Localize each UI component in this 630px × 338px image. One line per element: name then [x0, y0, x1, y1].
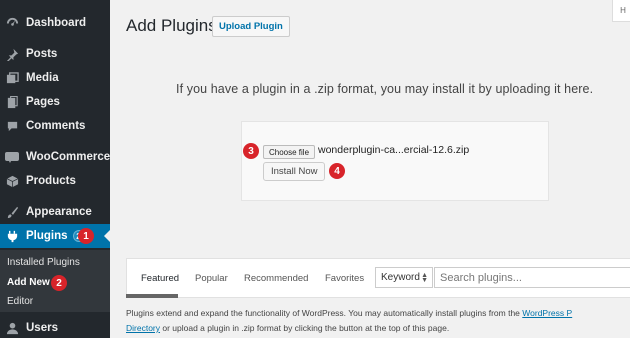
woocommerce-icon	[5, 150, 19, 164]
choose-file-button[interactable]: Choose file	[263, 145, 316, 159]
pushpin-icon	[5, 47, 19, 61]
sidebar-item-dashboard[interactable]: Dashboard	[0, 11, 110, 35]
dashboard-icon	[5, 16, 19, 30]
media-icon	[5, 71, 19, 85]
active-menu-arrow	[104, 230, 110, 242]
sidebar-item-label: Dashboard	[26, 17, 87, 29]
sidebar-item-label: Comments	[26, 120, 86, 132]
sidebar-item-label: Appearance	[26, 206, 92, 218]
sidebar-item-appearance[interactable]: Appearance	[0, 200, 110, 224]
wordpress-plugin-directory-link[interactable]: WordPress P	[522, 308, 572, 318]
submenu-item-add-new[interactable]: Add New	[7, 277, 50, 288]
users-icon	[5, 321, 19, 335]
sidebar-item-label: Products	[26, 175, 76, 187]
plug-icon	[5, 229, 19, 243]
sidebar-item-label: Pages	[26, 96, 60, 108]
search-type-value: Keyword	[381, 272, 420, 283]
tab-featured[interactable]: Featured	[141, 273, 179, 284]
sidebar-item-products[interactable]: Products	[0, 169, 110, 193]
upload-plugin-button[interactable]: Upload Plugin	[212, 16, 290, 37]
tab-favorites[interactable]: Favorites	[325, 273, 364, 284]
select-arrows-icon: ▲ ▼	[421, 272, 428, 284]
sidebar-item-plugins[interactable]: Plugins 2 1	[0, 224, 110, 248]
sidebar-item-label: Posts	[26, 48, 58, 60]
sidebar-item-label: Media	[26, 72, 59, 84]
comment-icon	[5, 119, 19, 133]
sidebar-item-posts[interactable]: Posts	[0, 42, 110, 66]
sidebar-item-pages[interactable]: Pages	[0, 90, 110, 114]
admin-sidebar: Dashboard Posts Media Pages Comments Woo…	[0, 0, 110, 338]
step-marker-4: 4	[329, 163, 345, 179]
tab-popular[interactable]: Popular	[195, 273, 228, 284]
help-text-part2: or upload a plugin in .zip format by cli…	[160, 323, 450, 333]
sidebar-item-label: WooCommerce	[26, 151, 111, 163]
upload-form-box	[241, 121, 549, 201]
sidebar-item-label: Users	[26, 322, 58, 334]
search-plugins-input[interactable]	[434, 267, 630, 288]
plugins-help-text: Plugins extend and expand the functional…	[126, 306, 630, 336]
sidebar-item-media[interactable]: Media	[0, 66, 110, 90]
wordpress-plugin-directory-link-continued[interactable]: Directory	[126, 323, 160, 333]
help-tab[interactable]: H	[612, 0, 630, 22]
sidebar-item-woocommerce[interactable]: WooCommerce	[0, 145, 110, 169]
install-now-button[interactable]: Install Now	[263, 162, 326, 181]
sidebar-item-label: Plugins	[26, 230, 68, 242]
step-marker-3: 3	[243, 143, 259, 159]
step-marker-1: 1	[78, 228, 94, 244]
active-tab-indicator	[126, 294, 178, 298]
submenu-item-editor[interactable]: Editor	[7, 296, 33, 307]
sidebar-item-users[interactable]: Users	[0, 316, 110, 338]
plugins-submenu: Installed Plugins Add New 2 Editor	[0, 250, 110, 312]
page-title: Add Plugins	[126, 16, 217, 35]
search-type-select[interactable]: Keyword ▲ ▼	[375, 267, 433, 288]
paintbrush-icon	[5, 205, 19, 219]
upload-instructions: If you have a plugin in a .zip format, y…	[176, 82, 594, 96]
selected-file-name: wonderplugin-ca...ercial-12.6.zip	[318, 144, 470, 156]
step-marker-2: 2	[51, 275, 67, 291]
tab-recommended[interactable]: Recommended	[244, 273, 308, 284]
sidebar-item-comments[interactable]: Comments	[0, 114, 110, 138]
box-icon	[5, 174, 19, 188]
pages-icon	[5, 95, 19, 109]
help-text-part1: Plugins extend and expand the functional…	[126, 308, 523, 318]
submenu-item-installed-plugins[interactable]: Installed Plugins	[7, 257, 80, 268]
